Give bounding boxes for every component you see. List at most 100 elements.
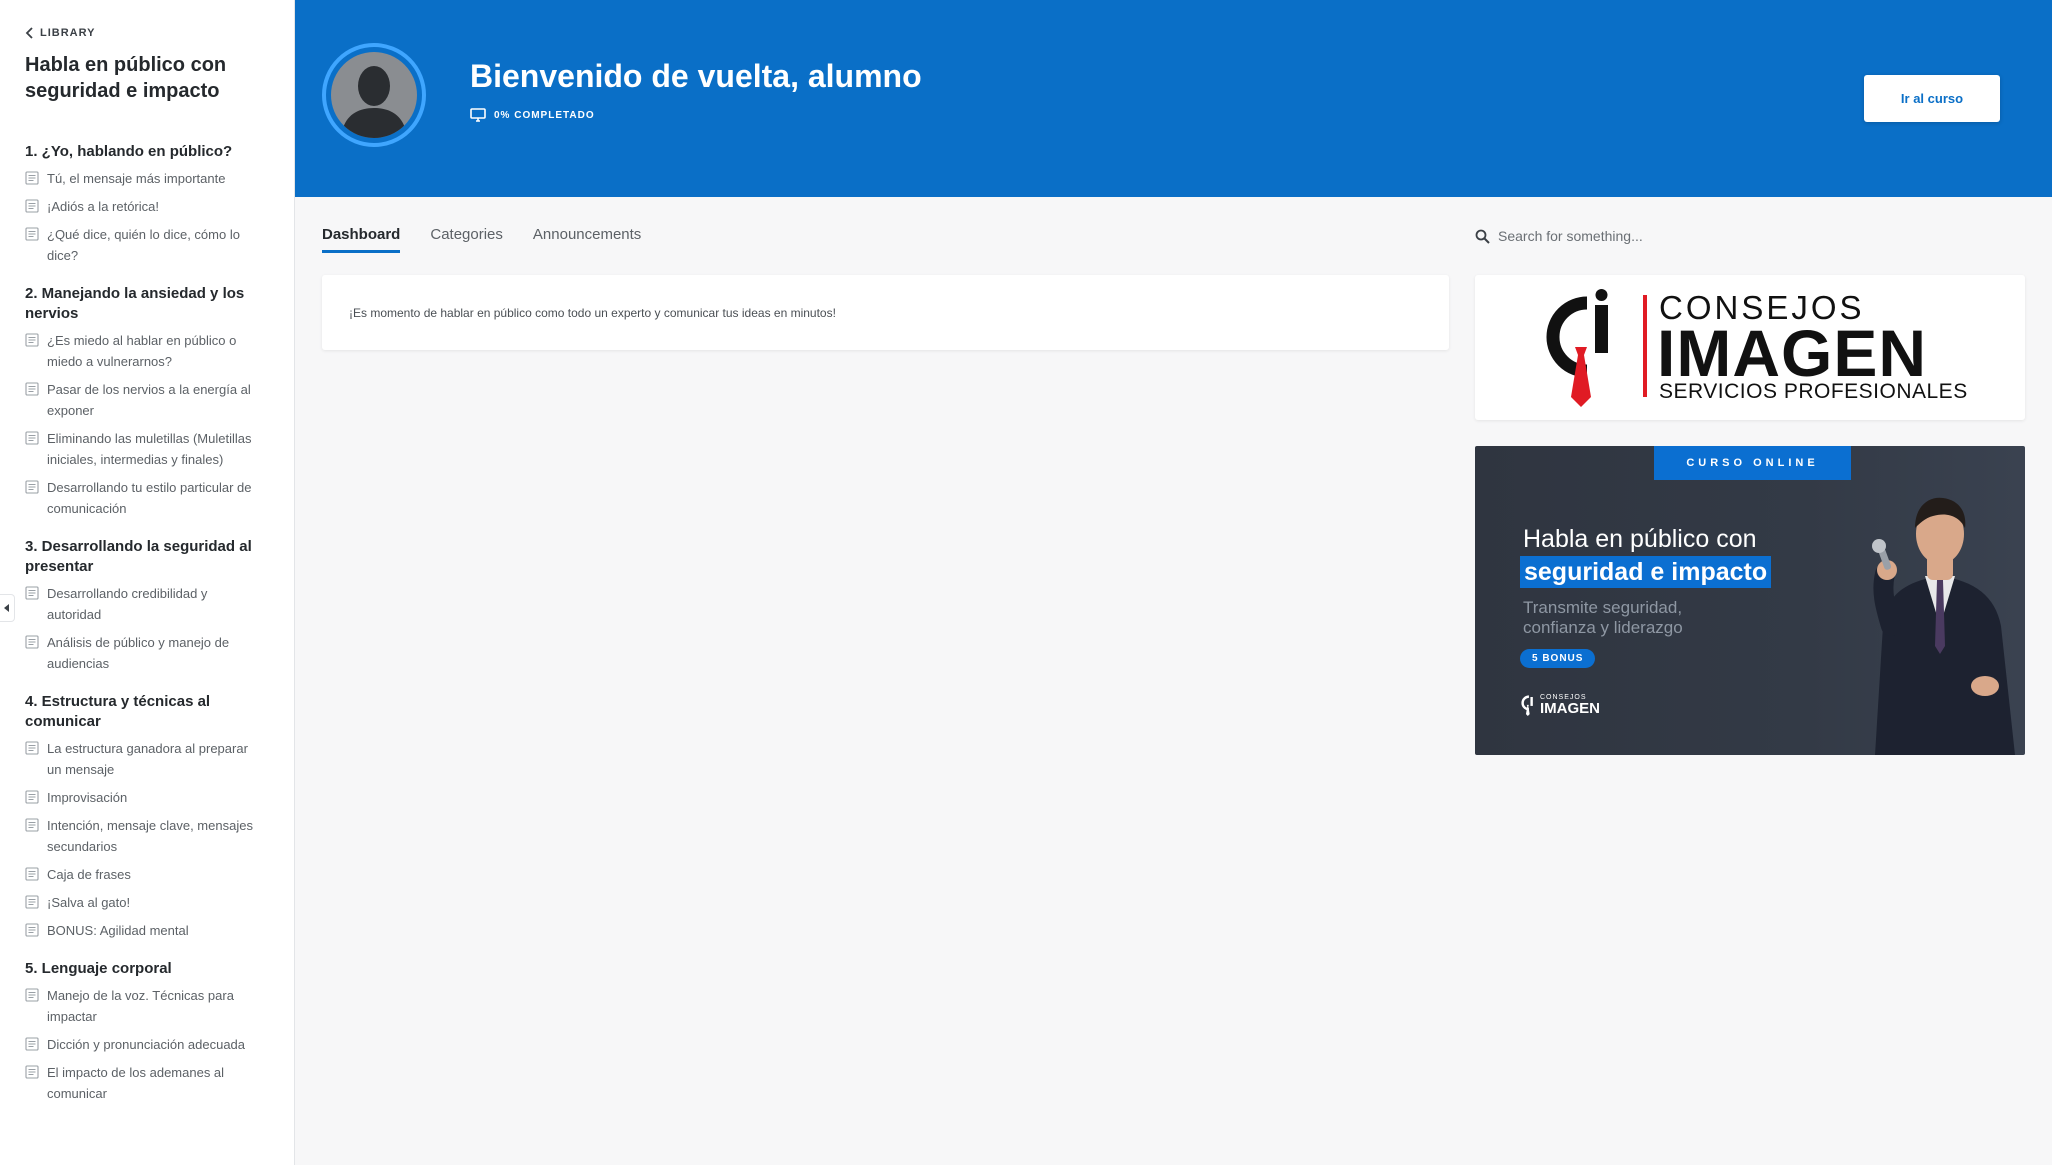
lesson-item[interactable]: Pasar de los nervios a la energía al exp… xyxy=(25,379,274,421)
lesson-item[interactable]: Intención, mensaje clave, mensajes secun… xyxy=(25,815,274,857)
sidebar-section: 2. Manejando la ansiedad y los nervios ¿… xyxy=(25,284,274,519)
sidebar-section: 3. Desarrollando la seguridad al present… xyxy=(25,537,274,674)
search-icon xyxy=(1475,229,1490,244)
sidebar-section: 4. Estructura y técnicas al comunicar La… xyxy=(25,692,274,941)
document-icon xyxy=(25,1037,39,1051)
course-sidebar: LIBRARY Habla en público con seguridad e… xyxy=(0,0,295,1165)
document-icon xyxy=(25,867,39,881)
tab-categories[interactable]: Categories xyxy=(430,226,503,253)
lesson-label: Caja de frases xyxy=(47,867,131,882)
lesson-item[interactable]: El impacto de los ademanes al comunicar xyxy=(25,1062,274,1104)
lesson-label: Eliminando las muletillas (Muletillas in… xyxy=(47,431,252,467)
back-to-library-link[interactable]: LIBRARY xyxy=(25,24,274,42)
lesson-label: El impacto de los ademanes al comunicar xyxy=(47,1065,225,1101)
lesson-item[interactable]: Desarrollando credibilidad y autoridad xyxy=(25,583,274,625)
lesson-label: Tú, el mensaje más importante xyxy=(47,171,226,186)
lesson-label: ¿Qué dice, quién lo dice, cómo lo dice? xyxy=(47,227,240,263)
document-icon xyxy=(25,895,39,909)
brand-logo-mark xyxy=(1546,289,1608,407)
section-list: 1. ¿Yo, hablando en público? Tú, el mens… xyxy=(25,142,274,1104)
document-icon xyxy=(25,790,39,804)
promo-title-line1: Habla en público con xyxy=(1523,525,1757,553)
lesson-item[interactable]: Análisis de público y manejo de audienci… xyxy=(25,632,274,674)
promo-title-line2: seguridad e impacto xyxy=(1520,556,1772,588)
lesson-label: Pasar de los nervios a la energía al exp… xyxy=(47,382,251,418)
speaker-illustration xyxy=(1872,497,2015,755)
document-icon xyxy=(25,199,39,213)
lesson-label: BONUS: Agilidad mental xyxy=(47,923,189,938)
caret-left-icon xyxy=(4,604,9,612)
document-icon xyxy=(25,1065,39,1079)
lesson-item[interactable]: Eliminando las muletillas (Muletillas in… xyxy=(25,428,274,470)
lesson-label: Intención, mensaje clave, mensajes secun… xyxy=(47,818,253,854)
section-title: 5. Lenguaje corporal xyxy=(25,960,172,977)
progress-label: 0% COMPLETADO xyxy=(494,109,595,121)
document-icon xyxy=(25,382,39,396)
document-icon xyxy=(25,741,39,755)
avatar-ring xyxy=(322,43,426,147)
document-icon xyxy=(25,333,39,347)
lesson-item[interactable]: Desarrollando tu estilo particular de co… xyxy=(25,477,274,519)
course-title: Habla en público con seguridad e impacto xyxy=(25,54,227,102)
lesson-label: ¡Salva al gato! xyxy=(47,895,131,910)
section-title: 4. Estructura y técnicas al comunicar xyxy=(25,693,211,730)
progress-indicator: 0% COMPLETADO xyxy=(470,108,595,122)
search-input[interactable] xyxy=(1498,228,1758,244)
lesson-label: Desarrollando tu estilo particular de co… xyxy=(47,480,252,516)
promo-logo-main: IMAGEN xyxy=(1540,700,1600,717)
lesson-label: Desarrollando credibilidad y autoridad xyxy=(47,586,208,622)
avatar xyxy=(331,52,417,138)
monitor-icon xyxy=(470,108,486,122)
dashboard-tabs: Dashboard Categories Announcements xyxy=(322,226,641,253)
document-icon xyxy=(25,635,39,649)
promo-tag: CURSO ONLINE xyxy=(1654,446,1851,480)
section-title: 3. Desarrollando la seguridad al present… xyxy=(25,538,252,575)
lesson-item[interactable]: ¡Salva al gato! xyxy=(25,892,274,913)
go-to-course-button[interactable]: Ir al curso xyxy=(1864,75,2000,122)
document-icon xyxy=(25,818,39,832)
logo-divider xyxy=(1643,295,1647,397)
document-icon xyxy=(25,480,39,494)
promo-logo-mark xyxy=(1521,695,1533,716)
lesson-label: Improvisación xyxy=(47,790,128,805)
lesson-item[interactable]: ¿Es miedo al hablar en público o miedo a… xyxy=(25,330,274,372)
lesson-item[interactable]: ¡Adiós a la retórica! xyxy=(25,196,274,217)
logo-wordmark-sub: SERVICIOS PROFESIONALES xyxy=(1659,380,1968,403)
document-icon xyxy=(25,988,39,1002)
app-root: LIBRARY Habla en público con seguridad e… xyxy=(0,0,2052,1165)
promo-brand-logo: CONSEJOS IMAGEN xyxy=(1520,694,1600,716)
document-icon xyxy=(25,586,39,600)
lesson-label: Dicción y pronunciación adecuada xyxy=(47,1037,246,1052)
section-title: 2. Manejando la ansiedad y los nervios xyxy=(25,285,245,322)
promo-subtitle: Transmite seguridad, confianza y lideraz… xyxy=(1523,598,1683,637)
document-icon xyxy=(25,171,39,185)
document-icon xyxy=(25,227,39,241)
lesson-item[interactable]: BONUS: Agilidad mental xyxy=(25,920,274,941)
lesson-item[interactable]: ¿Qué dice, quién lo dice, cómo lo dice? xyxy=(25,224,274,266)
lesson-item[interactable]: Caja de frases xyxy=(25,864,274,885)
user-silhouette-icon xyxy=(341,66,407,138)
lesson-item[interactable]: Improvisación xyxy=(25,787,274,808)
tab-dashboard[interactable]: Dashboard xyxy=(322,226,401,253)
search-bar xyxy=(1475,222,1765,250)
announcement-text: ¡Es momento de hablar en público como to… xyxy=(349,305,836,320)
chevron-left-icon xyxy=(25,27,33,39)
lesson-item[interactable]: Tú, el mensaje más importante xyxy=(25,168,274,189)
lesson-label: La estructura ganadora al preparar un me… xyxy=(47,741,248,777)
lesson-item[interactable]: La estructura ganadora al preparar un me… xyxy=(25,738,274,780)
sidebar-collapse-toggle[interactable] xyxy=(0,594,15,622)
welcome-banner: Bienvenido de vuelta, alumno 0% COMPLETA… xyxy=(295,0,2052,197)
sidebar-section: 5. Lenguaje corporal Manejo de la voz. T… xyxy=(25,959,274,1104)
lesson-label: ¿Es miedo al hablar en público o miedo a… xyxy=(47,333,237,369)
lesson-item[interactable]: Manejo de la voz. Técnicas para impactar xyxy=(25,985,274,1027)
lesson-label: Manejo de la voz. Técnicas para impactar xyxy=(47,988,234,1024)
document-icon xyxy=(25,923,39,937)
back-link-label: LIBRARY xyxy=(40,27,96,39)
course-promo-banner[interactable]: CURSO ONLINE Habla en público con seguri… xyxy=(1475,446,2025,755)
tab-announcements[interactable]: Announcements xyxy=(533,226,641,253)
lesson-label: ¡Adiós a la retórica! xyxy=(47,199,159,214)
sidebar-section: 1. ¿Yo, hablando en público? Tú, el mens… xyxy=(25,142,274,266)
lesson-item[interactable]: Dicción y pronunciación adecuada xyxy=(25,1034,274,1055)
section-title: 1. ¿Yo, hablando en público? xyxy=(25,143,233,160)
announcement-card: ¡Es momento de hablar en público como to… xyxy=(322,275,1449,350)
